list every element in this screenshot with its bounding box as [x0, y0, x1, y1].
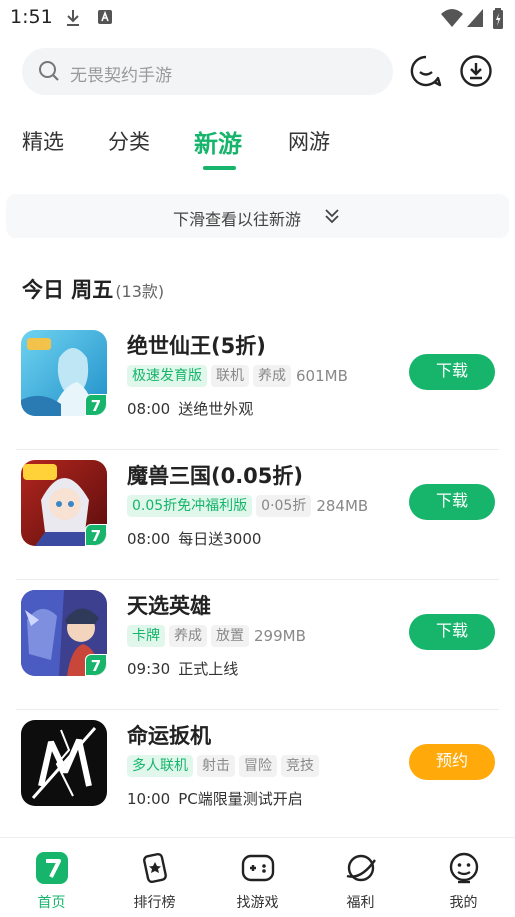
search-row: 无畏契约手游	[0, 46, 515, 98]
category-tabs: 精选 分类 新游 网游	[0, 118, 515, 174]
day-title: 今日 周五	[22, 278, 114, 302]
game-name: 天选英雄	[127, 594, 211, 618]
release-desc: 正式上线	[178, 660, 239, 678]
game-size: 299MB	[254, 627, 306, 645]
platform-badge: 7	[85, 394, 107, 416]
tab-featured[interactable]: 精选	[22, 126, 64, 156]
game-size: 284MB	[316, 497, 369, 515]
game-tag: 放置	[211, 625, 249, 647]
battery-icon	[493, 8, 503, 29]
platform-badge: 7	[85, 654, 107, 676]
search-placeholder: 无畏契约手游	[70, 66, 172, 86]
game-icon-moshou[interactable]: 7	[21, 460, 107, 546]
game-tag: 养成	[169, 625, 207, 647]
game-release: 09:30 正式上线	[127, 658, 238, 679]
game-tag: 养成	[253, 365, 291, 387]
game-tag: 冒险	[239, 755, 277, 777]
game-tags: 多人联机 射击 冒险 竞技	[127, 754, 323, 778]
game-tag: 卡牌	[127, 625, 165, 647]
release-time: 09:30	[127, 660, 171, 678]
game-tags: 0.05折免冲福利版 0·05折 284MB	[127, 494, 368, 518]
game-tags: 卡牌 养成 放置 299MB	[127, 624, 306, 648]
planet-icon	[346, 854, 376, 882]
game-name: 绝世仙王(5折)	[127, 334, 266, 358]
wifi-icon	[441, 9, 463, 27]
game-tag: 多人联机	[127, 755, 193, 777]
nav-label: 找游戏	[236, 895, 279, 911]
day-game-count: (13款)	[115, 282, 165, 301]
game-tag: 射击	[197, 755, 235, 777]
nav-label: 首页	[37, 895, 66, 911]
status-time: 1:51	[10, 6, 53, 28]
platform-badge: 7	[85, 524, 107, 546]
game-tag: 0·05折	[256, 495, 312, 517]
game-tag: 极速发育版	[127, 365, 207, 387]
nav-profile[interactable]: 我的	[412, 838, 515, 917]
game-release: 08:00 每日送3000	[127, 528, 261, 549]
game-icon-tianxuan[interactable]: 7	[21, 590, 107, 676]
game-release: 10:00 PC端限量测试开启	[127, 788, 303, 809]
game-item[interactable]: 7 魔兽三国(0.05折) 0.05折免冲福利版 0·05折 284MB 08:…	[0, 450, 515, 580]
home-icon	[36, 852, 68, 884]
game-tag: 竞技	[281, 755, 319, 777]
history-bar-label: 下滑查看以往新游	[173, 210, 302, 229]
release-time: 10:00	[127, 790, 171, 808]
nav-ranking[interactable]: 排行榜	[103, 838, 206, 917]
bottom-nav: 首页 排行榜 找游戏 福利 我的	[0, 837, 515, 917]
game-release: 08:00 送绝世外观	[127, 398, 253, 419]
release-desc: PC端限量测试开启	[178, 790, 303, 808]
game-name: 命运扳机	[127, 724, 211, 748]
download-button[interactable]: 下载	[409, 354, 495, 390]
release-time: 08:00	[127, 530, 171, 548]
message-icon[interactable]	[409, 54, 443, 88]
day-header: 今日 周五 (13款)	[22, 274, 164, 304]
a-icon	[98, 10, 112, 24]
game-item[interactable]: 7 天选英雄 卡牌 养成 放置 299MB 09:30 正式上线 下载	[0, 580, 515, 710]
download-button[interactable]: 下载	[409, 484, 495, 520]
game-item[interactable]: 命运扳机 多人联机 射击 冒险 竞技 10:00 PC端限量测试开启 预约	[0, 710, 515, 840]
game-size: 601MB	[296, 367, 348, 385]
history-bar[interactable]: 下滑查看以往新游	[6, 194, 509, 238]
tab-online-games[interactable]: 网游	[288, 126, 330, 156]
profile-icon	[449, 852, 479, 884]
nav-welfare[interactable]: 福利	[309, 838, 412, 917]
release-desc: 每日送3000	[178, 530, 262, 548]
search-icon	[39, 61, 59, 81]
chevron-double-down-icon	[325, 209, 339, 224]
tab-categories[interactable]: 分类	[108, 126, 150, 156]
tab-new-games[interactable]: 新游	[194, 124, 242, 159]
game-icon-jueshi[interactable]: 7	[21, 330, 107, 416]
download-button[interactable]: 下载	[409, 614, 495, 650]
nav-label: 福利	[346, 895, 375, 911]
ranking-icon	[143, 852, 167, 884]
status-bar: 1:51	[0, 0, 515, 36]
download-icon	[67, 10, 79, 26]
game-icon-mingyun[interactable]	[21, 720, 107, 806]
nav-find-games[interactable]: 找游戏	[206, 838, 309, 917]
release-time: 08:00	[127, 400, 171, 418]
nav-home[interactable]: 首页	[0, 838, 103, 917]
game-name: 魔兽三国(0.05折)	[127, 464, 304, 488]
search-input[interactable]: 无畏契约手游	[22, 48, 393, 95]
game-item[interactable]: 7 绝世仙王(5折) 极速发育版 联机 养成 601MB 08:00 送绝世外观 …	[0, 320, 515, 450]
game-tag: 0.05折免冲福利版	[127, 495, 253, 517]
game-tags: 极速发育版 联机 养成 601MB	[127, 364, 348, 388]
signal-icon	[467, 9, 483, 27]
gamepad-icon	[241, 854, 275, 882]
tab-active-indicator	[203, 166, 236, 170]
game-tag: 联机	[211, 365, 249, 387]
release-desc: 送绝世外观	[178, 400, 254, 418]
nav-label: 排行榜	[133, 895, 176, 911]
download-manager-icon[interactable]	[459, 54, 493, 88]
reserve-button[interactable]: 预约	[409, 744, 495, 780]
nav-label: 我的	[449, 895, 478, 911]
